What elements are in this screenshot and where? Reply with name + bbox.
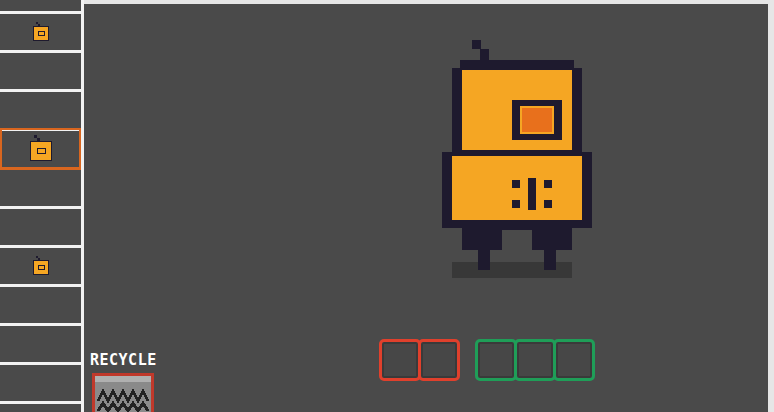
robot-icon	[30, 21, 52, 43]
robot-icon	[24, 134, 58, 164]
inventory-slot[interactable]	[0, 287, 81, 326]
part-slot[interactable]	[514, 339, 556, 381]
robot-icon	[442, 40, 592, 280]
bottom-bar: RECYCLE	[84, 339, 768, 412]
inventory-list	[0, 0, 81, 404]
recycle-label: RECYCLE	[88, 351, 159, 369]
part-slot[interactable]	[418, 339, 460, 381]
recycle-bin-icon[interactable]	[88, 371, 158, 412]
inventory-sidebar	[0, 0, 84, 412]
part-slot-group	[379, 339, 457, 381]
inventory-slot[interactable]	[0, 209, 81, 248]
inventory-slot[interactable]	[0, 365, 81, 404]
part-slot-group	[475, 339, 592, 381]
robot-stage	[84, 4, 768, 339]
inventory-slot[interactable]	[0, 92, 81, 131]
robot-icon	[30, 255, 52, 277]
inventory-slot[interactable]	[0, 170, 81, 209]
inventory-slot[interactable]	[0, 14, 81, 53]
recycle-area[interactable]: RECYCLE	[84, 339, 379, 412]
inventory-slot[interactable]	[0, 53, 81, 92]
inventory-slot[interactable]	[0, 326, 81, 365]
workbench: RECYCLE	[84, 0, 774, 412]
inventory-slot[interactable]	[0, 0, 81, 14]
inventory-slot[interactable]	[0, 128, 81, 170]
inventory-slot[interactable]	[0, 248, 81, 287]
part-slot[interactable]	[553, 339, 595, 381]
part-slots	[379, 339, 768, 412]
part-slot[interactable]	[379, 339, 421, 381]
part-slot[interactable]	[475, 339, 517, 381]
game-screen: RECYCLE	[0, 0, 774, 412]
